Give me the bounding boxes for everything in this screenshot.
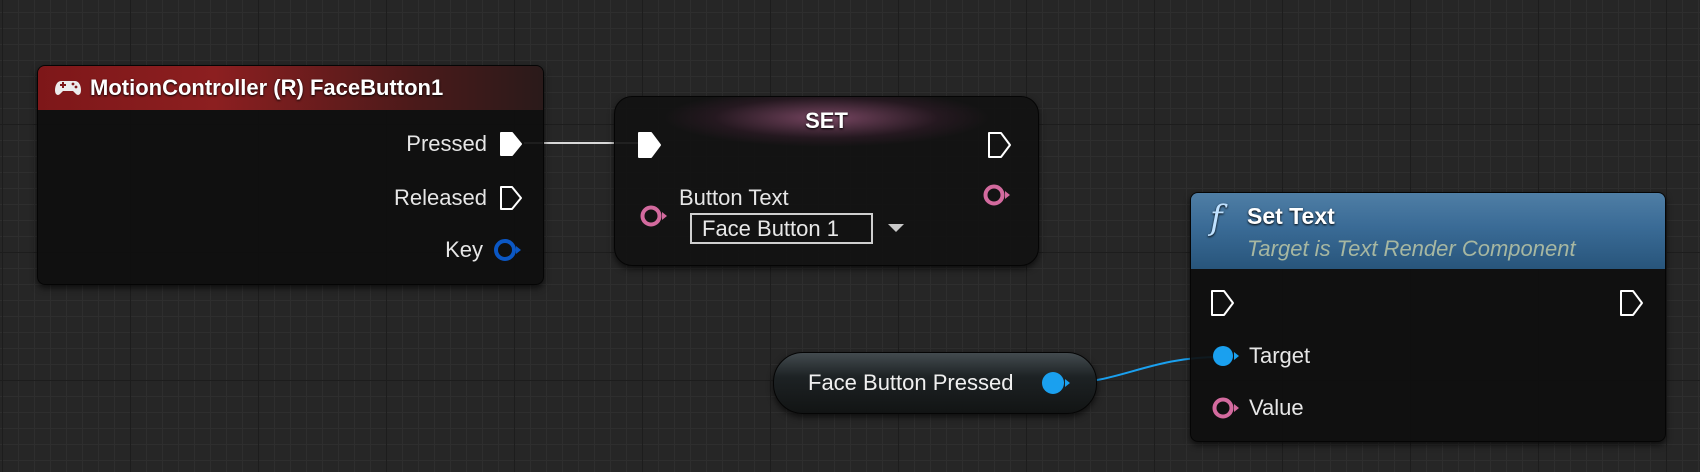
released-pin-label: Released: [394, 185, 487, 210]
button-text-label: Button Text: [679, 185, 789, 210]
text-out-pin-icon[interactable]: [982, 182, 1014, 208]
function-node-header[interactable]: f Set Text Target is Text Render Compone…: [1191, 193, 1665, 269]
event-node-header[interactable]: MotionController (R) FaceButton1: [38, 66, 543, 110]
object-pin-icon[interactable]: [1211, 343, 1243, 369]
text-pin-icon[interactable]: [1211, 395, 1243, 421]
released-pin-row: Released: [394, 185, 523, 211]
struct-pin-icon[interactable]: [493, 237, 523, 263]
exec-out-pin-icon[interactable]: [1619, 289, 1645, 317]
object-pin-icon[interactable]: [1040, 369, 1074, 397]
value-pin-row: Value: [1211, 395, 1304, 421]
exec-pin-icon[interactable]: [499, 131, 523, 157]
set-node-title: SET: [805, 108, 848, 133]
key-pin-row: Key: [445, 237, 523, 263]
button-text-input[interactable]: Face Button 1: [690, 213, 873, 244]
chevron-down-icon[interactable]: [888, 224, 904, 232]
function-node-title: Set Text: [1247, 203, 1335, 229]
variable-node-label: Face Button Pressed: [808, 370, 1014, 395]
value-pin-label: Value: [1249, 395, 1304, 420]
event-node-title: MotionController (R) FaceButton1: [90, 75, 444, 100]
set-text-function-node[interactable]: f Set Text Target is Text Render Compone…: [1190, 192, 1666, 442]
function-icon: f: [1210, 198, 1223, 238]
pressed-pin-label: Pressed: [406, 131, 487, 156]
target-pin-label: Target: [1249, 343, 1311, 368]
set-node-header[interactable]: SET: [615, 97, 1038, 149]
text-in-pin-icon[interactable]: [639, 203, 671, 229]
input-event-node[interactable]: MotionController (R) FaceButton1 Pressed…: [37, 65, 544, 285]
function-node-subtitle: Target is Text Render Component: [1247, 236, 1576, 261]
gamepad-icon: [55, 81, 81, 95]
blueprint-graph-canvas[interactable]: MotionController (R) FaceButton1 Pressed…: [0, 0, 1700, 472]
face-button-pressed-variable-node[interactable]: Face Button Pressed: [773, 352, 1097, 414]
exec-in-pin-icon[interactable]: [1210, 289, 1236, 317]
key-pin-label: Key: [445, 237, 483, 262]
target-pin-row: Target: [1211, 343, 1310, 369]
pressed-pin-row: Pressed: [406, 131, 523, 157]
exec-out-pin-icon[interactable]: [987, 131, 1013, 159]
exec-in-pin-icon[interactable]: [637, 131, 663, 159]
exec-pin-icon[interactable]: [499, 185, 523, 211]
